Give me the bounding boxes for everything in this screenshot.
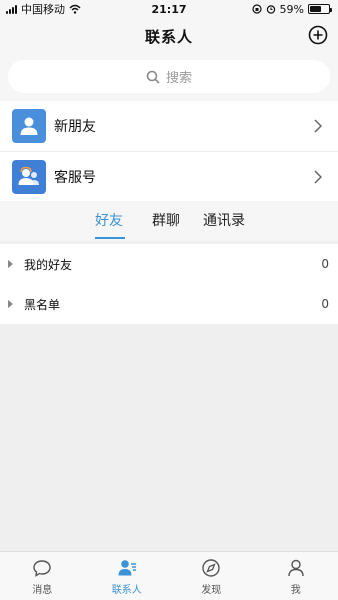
status-bar: 中国移动 21:17 59% [0, 0, 338, 18]
tab-friends[interactable]: 好友 [95, 210, 123, 230]
battery-icon [308, 4, 332, 14]
new-friends-row[interactable]: 新朋友 [0, 101, 338, 151]
search-area: 搜索 [0, 54, 338, 101]
chevron-right-icon [314, 170, 322, 184]
status-left: 中国移动 [6, 1, 81, 17]
customer-service-icon [12, 159, 46, 194]
carrier-name: 中国移动 [21, 3, 65, 16]
alarm-icon [266, 5, 275, 14]
bottom-tab-bar: 消息 联系人 发现 我 [0, 551, 338, 600]
group-label: 我的好友 [24, 257, 73, 272]
page-title: 联系人 [144, 27, 193, 46]
contacts-icon [118, 560, 136, 576]
expand-triangle-icon [8, 300, 13, 308]
signal-icon [6, 4, 17, 14]
nav-contacts[interactable]: 联系人 [85, 552, 170, 600]
new-friend-icon [12, 109, 46, 143]
battery-percent: 59% [279, 2, 304, 16]
nav-label: 消息 [32, 585, 53, 596]
nav-discover[interactable]: 发现 [169, 552, 254, 600]
nav-bar: 联系人 [0, 18, 338, 54]
group-count: 0 [321, 257, 329, 271]
search-placeholder: 搜索 [165, 71, 192, 86]
customer-service-label: 客服号 [54, 169, 96, 186]
active-tab-indicator [95, 237, 125, 239]
wifi-icon [69, 4, 81, 14]
search-icon [146, 70, 160, 84]
nav-label: 联系人 [111, 585, 142, 596]
nav-label: 发现 [201, 585, 222, 596]
status-time: 21:17 [151, 2, 187, 16]
group-my-friends[interactable]: 我的好友 0 [0, 244, 338, 284]
group-label: 黑名单 [24, 297, 61, 312]
chat-bubble-icon [33, 560, 51, 577]
tab-groups[interactable]: 群聊 [152, 210, 180, 230]
tab-address-book[interactable]: 通讯录 [203, 210, 245, 230]
nav-label: 我 [290, 585, 301, 596]
person-icon [288, 559, 304, 577]
battery-fill [310, 6, 321, 12]
status-right: 59% [251, 2, 332, 16]
compass-icon [202, 559, 220, 577]
chevron-right-icon [314, 119, 322, 133]
expand-triangle-icon [8, 260, 13, 268]
contact-tabs: 好友 群聊 通讯录 [0, 201, 338, 241]
nav-messages[interactable]: 消息 [0, 552, 85, 600]
plus-circle-icon[interactable] [308, 25, 328, 45]
function-list: 新朋友 客服号 [0, 101, 338, 201]
new-friends-label: 新朋友 [54, 119, 96, 135]
customer-service-row[interactable]: 客服号 [0, 151, 338, 201]
group-count: 0 [321, 297, 329, 311]
orientation-lock-icon [251, 4, 262, 14]
friend-groups: 我的好友 0 黑名单 0 [0, 244, 338, 324]
nav-me[interactable]: 我 [254, 552, 338, 600]
group-blacklist[interactable]: 黑名单 0 [0, 284, 338, 324]
search-input[interactable]: 搜索 [8, 60, 330, 93]
